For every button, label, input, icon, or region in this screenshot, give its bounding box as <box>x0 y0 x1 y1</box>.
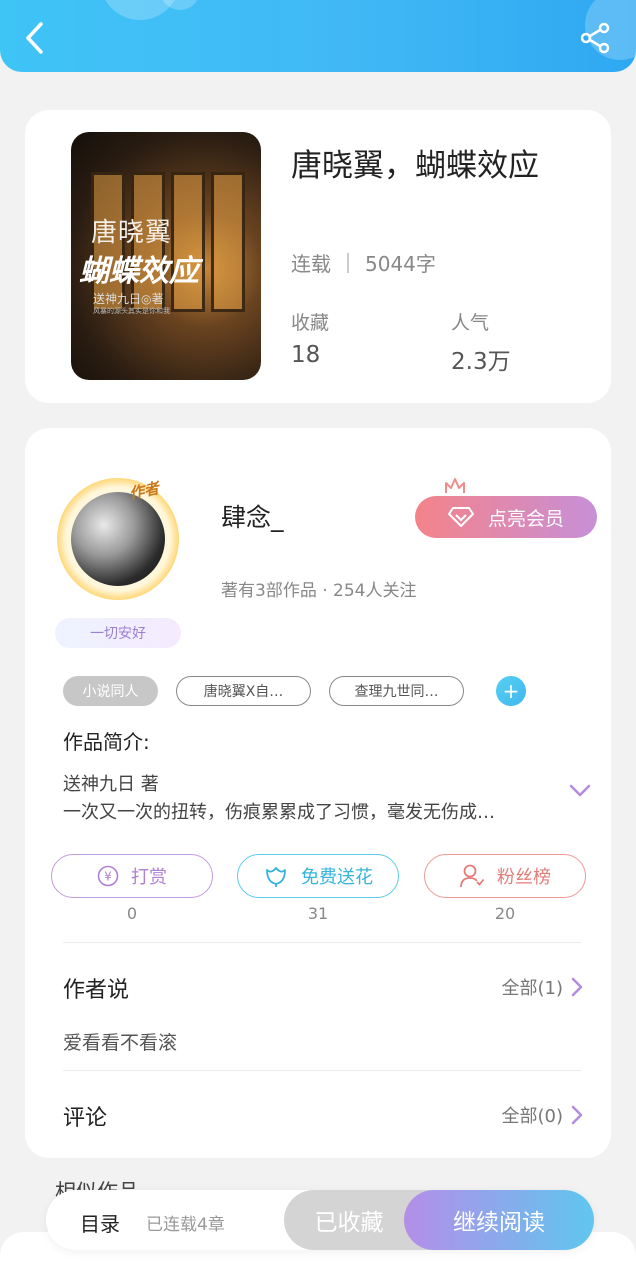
favorites-value: 18 <box>291 342 321 368</box>
book-word-count: 5044字 <box>365 252 436 276</box>
fans-count: 20 <box>494 904 516 923</box>
author-says-all-link[interactable]: 全部(1) <box>502 974 584 1000</box>
fans-rank-label: 粉丝榜 <box>497 867 551 888</box>
continue-reading-button[interactable]: 继续阅读 <box>404 1190 594 1250</box>
tag-list: 小说同人 唐晓翼X自… 查理九世同… + <box>63 676 526 706</box>
book-cover[interactable]: 唐晓翼 蝴蝶效应 送神九日◎著 风暴的源头其实是你和我 <box>71 132 261 380</box>
divider <box>63 942 581 943</box>
cover-author: 送神九日◎著 <box>93 292 164 306</box>
chevron-down-icon[interactable] <box>569 784 591 798</box>
reward-count: 0 <box>126 904 138 923</box>
send-flower-button[interactable]: 免费送花 <box>237 854 399 898</box>
send-flower-label: 免费送花 <box>301 867 373 888</box>
chapter-count: 已连载4章 <box>146 1215 225 1235</box>
author-stats: 著有3部作品 · 254人关注 <box>221 581 417 601</box>
chevron-left-icon <box>26 22 43 54</box>
chevron-right-icon <box>571 977 583 997</box>
intro-author-line: 送神九日 著 <box>63 774 159 795</box>
plus-icon: + <box>502 679 520 703</box>
toc-button[interactable]: 目录 <box>80 1208 120 1237</box>
comments-title: 评论 <box>63 1106 108 1131</box>
book-meta: 连载 5044字 <box>291 248 436 277</box>
details-card: 作者 一切安好 肆念_ 著有3部作品 · 254人关注 点亮会员 小说同人 唐晓… <box>25 428 611 1158</box>
fans-rank-button[interactable]: 粉丝榜 <box>424 854 586 898</box>
cover-window-decoration <box>211 172 245 312</box>
popularity-label: 人气 <box>451 312 490 334</box>
bottom-action-bar: 目录 已连载4章 已收藏 继续阅读 <box>46 1190 594 1250</box>
add-tag-button[interactable]: + <box>496 676 526 706</box>
favorites-label: 收藏 <box>291 312 330 334</box>
back-button[interactable] <box>16 18 52 58</box>
top-header <box>0 0 636 72</box>
collected-label: 已收藏 <box>314 1210 384 1236</box>
book-title: 唐晓翼，蝴蝶效应 <box>291 148 539 184</box>
author-says-all-label: 全部(1) <box>501 978 564 999</box>
share-button[interactable] <box>580 22 616 58</box>
reward-label: 打赏 <box>131 867 167 888</box>
author-name[interactable]: 肆念_ <box>221 498 284 534</box>
cover-title-line2: 蝴蝶效应 <box>79 254 199 289</box>
diamond-icon <box>447 507 474 527</box>
avatar-image <box>71 492 165 586</box>
tag-item[interactable]: 查理九世同… <box>329 676 464 706</box>
vip-button[interactable]: 点亮会员 <box>415 496 597 538</box>
book-info-card: 唐晓翼 蝴蝶效应 送神九日◎著 风暴的源头其实是你和我 唐晓翼，蝴蝶效应 连载 … <box>25 110 611 403</box>
author-badge: 一切安好 <box>55 618 181 648</box>
cover-tagline: 风暴的源头其实是你和我 <box>93 307 170 315</box>
comments-all-link[interactable]: 全部(0) <box>502 1102 584 1128</box>
cover-window-decoration <box>171 172 205 312</box>
continue-reading-label: 继续阅读 <box>453 1210 545 1236</box>
author-says-title: 作者说 <box>63 978 130 1003</box>
popularity-value: 2.3万 <box>451 349 511 375</box>
tag-item[interactable]: 小说同人 <box>63 676 158 706</box>
comments-all-label: 全部(0) <box>501 1106 564 1127</box>
user-rank-icon <box>460 864 485 888</box>
share-icon <box>580 22 610 54</box>
yen-coin-icon: ¥ <box>97 865 119 887</box>
flower-icon <box>266 867 286 887</box>
author-avatar[interactable]: 作者 <box>53 472 185 604</box>
svg-text:¥: ¥ <box>104 870 112 884</box>
meta-separator <box>347 252 349 273</box>
cover-title-line1: 唐晓翼 <box>91 218 173 248</box>
book-status: 连载 <box>291 252 331 276</box>
intro-text: 一次又一次的扭转，伤痕累累成了习惯，毫发无伤成… <box>63 802 495 823</box>
tag-item[interactable]: 唐晓翼X自… <box>176 676 311 706</box>
chevron-right-icon <box>571 1105 583 1125</box>
reward-button[interactable]: ¥ 打赏 <box>51 854 213 898</box>
vip-button-label: 点亮会员 <box>487 507 564 530</box>
intro-title: 作品简介: <box>63 730 150 754</box>
flower-count: 31 <box>307 904 329 923</box>
author-says-text: 爱看看不看滚 <box>63 1032 178 1054</box>
divider <box>63 1070 581 1071</box>
crown-icon <box>445 478 465 493</box>
